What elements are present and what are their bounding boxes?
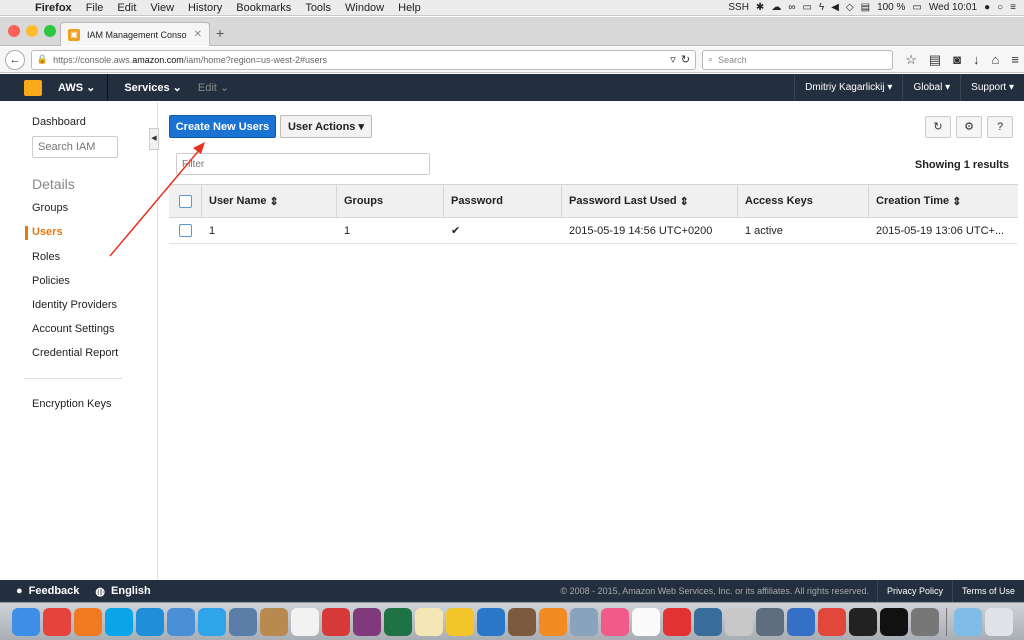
- itunes-icon[interactable]: [600, 607, 629, 636]
- globe-icon: ◍: [95, 585, 106, 598]
- onenote-icon[interactable]: [352, 607, 381, 636]
- tor-icon[interactable]: [507, 607, 536, 636]
- copyright-text: © 2008 - 2015, Amazon Web Services, Inc.…: [560, 586, 869, 596]
- trash-icon[interactable]: [984, 607, 1013, 636]
- photos-icon[interactable]: [631, 607, 660, 636]
- skype-icon[interactable]: [104, 607, 133, 636]
- terminal-icon[interactable]: [879, 607, 908, 636]
- terminal-ssh-icon[interactable]: [848, 607, 877, 636]
- vlc-icon[interactable]: [538, 607, 567, 636]
- mail-icon[interactable]: [166, 607, 195, 636]
- finder-icon[interactable]: [11, 607, 40, 636]
- speech-bubble-icon: ●: [16, 585, 23, 597]
- dock-separator: [945, 607, 947, 636]
- disk-utility-icon[interactable]: [755, 607, 784, 636]
- feedback-link[interactable]: ● Feedback: [16, 585, 79, 597]
- lastpass-icon[interactable]: [662, 607, 691, 636]
- aws-footer: ● Feedback ◍ English © 2008 - 2015, Amazon…: [0, 580, 1024, 602]
- messages-icon[interactable]: [197, 607, 226, 636]
- calendar-icon[interactable]: [290, 607, 319, 636]
- downloads-folder-icon[interactable]: [953, 607, 982, 636]
- chrome-icon[interactable]: [42, 607, 71, 636]
- privacy-policy-link[interactable]: Privacy Policy: [876, 580, 952, 602]
- sourcetree-icon[interactable]: [693, 607, 722, 636]
- lync-icon[interactable]: [135, 607, 164, 636]
- excel-icon[interactable]: [383, 607, 412, 636]
- system-preferences-icon[interactable]: [910, 607, 939, 636]
- notes-icon[interactable]: [259, 607, 288, 636]
- vscode-icon[interactable]: [476, 607, 505, 636]
- preview-icon[interactable]: [228, 607, 257, 636]
- filezilla-icon[interactable]: [445, 607, 474, 636]
- terms-of-use-link[interactable]: Terms of Use: [951, 580, 1024, 602]
- script-editor-icon[interactable]: [724, 607, 753, 636]
- remote-desktop-icon[interactable]: [817, 607, 846, 636]
- annotation-arrow: [109, 142, 205, 257]
- language-selector[interactable]: ◍ English: [95, 585, 150, 598]
- acrobat-icon[interactable]: [321, 607, 350, 636]
- firefox-icon[interactable]: [73, 607, 102, 636]
- image-capture-icon[interactable]: [569, 607, 598, 636]
- virtualbox-icon[interactable]: [786, 607, 815, 636]
- mac-dock: [0, 602, 1024, 640]
- textedit-icon[interactable]: [414, 607, 443, 636]
